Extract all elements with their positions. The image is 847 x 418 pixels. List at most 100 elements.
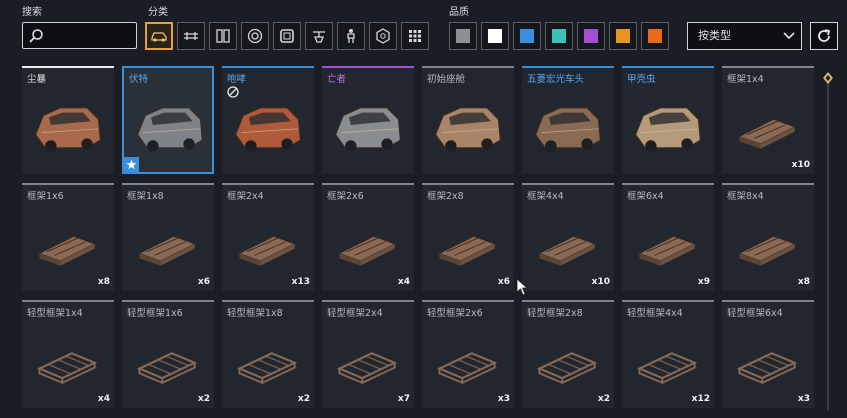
quality-swatch-button[interactable]: [481, 22, 509, 50]
quality-swatch-button[interactable]: [545, 22, 573, 50]
item-name: 框架1x4: [727, 74, 764, 85]
item-name: 框架8x4: [727, 191, 764, 202]
quality-swatch-button[interactable]: [577, 22, 605, 50]
item-card[interactable]: 五菱宏光车头: [522, 66, 614, 174]
quality-swatch-button[interactable]: [513, 22, 541, 50]
item-name: 轻型框架2x4: [327, 308, 383, 319]
item-image: [538, 235, 596, 266]
refresh-icon: [818, 29, 831, 42]
quality-color-swatch: [616, 29, 630, 43]
item-count: x8: [97, 277, 110, 287]
item-card[interactable]: 轻型框架2x4 x7: [322, 300, 414, 408]
refresh-button[interactable]: [810, 22, 838, 50]
item-count: x7: [397, 394, 410, 404]
item-card[interactable]: 轻型框架4x4 x12: [622, 300, 714, 408]
quality-color-swatch: [552, 29, 566, 43]
item-name: 轻型框架4x4: [627, 308, 683, 319]
quality-swatch-button[interactable]: [609, 22, 637, 50]
item-name: 轻型框架2x6: [427, 308, 483, 319]
category-figure-button[interactable]: [337, 22, 365, 50]
category-label: 分类: [148, 7, 168, 18]
search-input[interactable]: [47, 26, 137, 47]
item-count: x13: [291, 277, 310, 287]
chevron-down-icon: [783, 32, 795, 40]
item-image: [136, 107, 203, 152]
item-image: [136, 352, 198, 385]
item-image: [638, 235, 696, 266]
item-card[interactable]: 亡者: [322, 66, 414, 174]
scroll-thumb[interactable]: [823, 72, 833, 84]
item-count: x8: [797, 277, 810, 287]
item-card[interactable]: 框架1x4 x10: [722, 66, 814, 174]
item-card[interactable]: 框架2x4 x13: [222, 183, 314, 291]
item-count: x12: [691, 394, 710, 404]
item-card[interactable]: 框架2x6 x4: [322, 183, 414, 291]
figure-icon: [347, 29, 355, 43]
category-filter: [145, 22, 429, 50]
item-card[interactable]: 轻型框架2x8 x2: [522, 300, 614, 408]
item-name: 框架2x8: [427, 191, 464, 202]
item-card[interactable]: 框架1x6 x8: [22, 183, 114, 291]
category-wheel-button[interactable]: [241, 22, 269, 50]
item-image: [738, 118, 796, 149]
item-name: 框架6x4: [627, 191, 664, 202]
wheel-icon: [247, 28, 263, 44]
mouse-cursor-icon: [516, 278, 528, 296]
quality-color-swatch: [520, 29, 534, 43]
item-count: x6: [497, 277, 510, 287]
star-icon: [124, 157, 139, 172]
category-frame-button[interactable]: [273, 22, 301, 50]
item-card[interactable]: 轻型框架1x4 x4: [22, 300, 114, 408]
category-cube-button[interactable]: [369, 22, 397, 50]
item-image: [234, 107, 301, 152]
filter-labels: 搜索 分类 品质: [0, 3, 847, 18]
item-image: [738, 235, 796, 266]
item-card[interactable]: 轻型框架2x6 x3: [422, 300, 514, 408]
item-card[interactable]: 轻型框架1x8 x2: [222, 300, 314, 408]
item-card[interactable]: 轻型框架6x4 x3: [722, 300, 814, 408]
sort-dropdown[interactable]: 按类型: [687, 22, 802, 50]
item-image: [138, 235, 196, 266]
search-box[interactable]: [22, 22, 137, 49]
item-card[interactable]: 咆哮: [222, 66, 314, 174]
category-chassis-button[interactable]: [177, 22, 205, 50]
grid-icon: [409, 30, 421, 42]
quality-swatch-button[interactable]: [641, 22, 669, 50]
item-card[interactable]: 甲壳虫: [622, 66, 714, 174]
item-image: [238, 235, 296, 266]
category-turret-button[interactable]: [305, 22, 333, 50]
item-name: 框架1x8: [127, 191, 164, 202]
item-name: 轻型框架1x8: [227, 308, 283, 319]
category-grid-button[interactable]: [401, 22, 429, 50]
item-card[interactable]: 轻型框架1x6 x2: [122, 300, 214, 408]
item-count: x2: [297, 394, 310, 404]
item-card[interactable]: 框架2x8 x6: [422, 183, 514, 291]
item-card[interactable]: 框架4x4 x10: [522, 183, 614, 291]
quality-label: 品质: [449, 7, 469, 18]
item-count: x10: [791, 160, 810, 170]
item-image: [634, 107, 701, 152]
quality-filter: [449, 22, 669, 50]
item-image: [736, 352, 798, 385]
item-card[interactable]: 框架1x8 x6: [122, 183, 214, 291]
item-card[interactable]: 尘暴: [22, 66, 114, 174]
item-image: [636, 352, 698, 385]
item-count: x4: [97, 394, 110, 404]
item-name: 尘暴: [27, 74, 47, 85]
category-car-body-button[interactable]: [145, 22, 173, 50]
item-card[interactable]: 框架8x4 x8: [722, 183, 814, 291]
item-card[interactable]: 框架6x4 x9: [622, 183, 714, 291]
scroll-track[interactable]: [827, 80, 829, 410]
item-image: [338, 235, 396, 266]
item-image: [436, 352, 498, 385]
category-fuel-tank-button[interactable]: [209, 22, 237, 50]
item-card[interactable]: 伏特: [122, 66, 214, 174]
item-image: [236, 352, 298, 385]
quality-swatch-button[interactable]: [449, 22, 477, 50]
item-image: [534, 107, 601, 152]
item-card[interactable]: 初始座舱: [422, 66, 514, 174]
item-image: [438, 235, 496, 266]
sort-label: 按类型: [698, 29, 731, 42]
item-image: [334, 107, 401, 152]
scrollbar[interactable]: [823, 66, 833, 411]
